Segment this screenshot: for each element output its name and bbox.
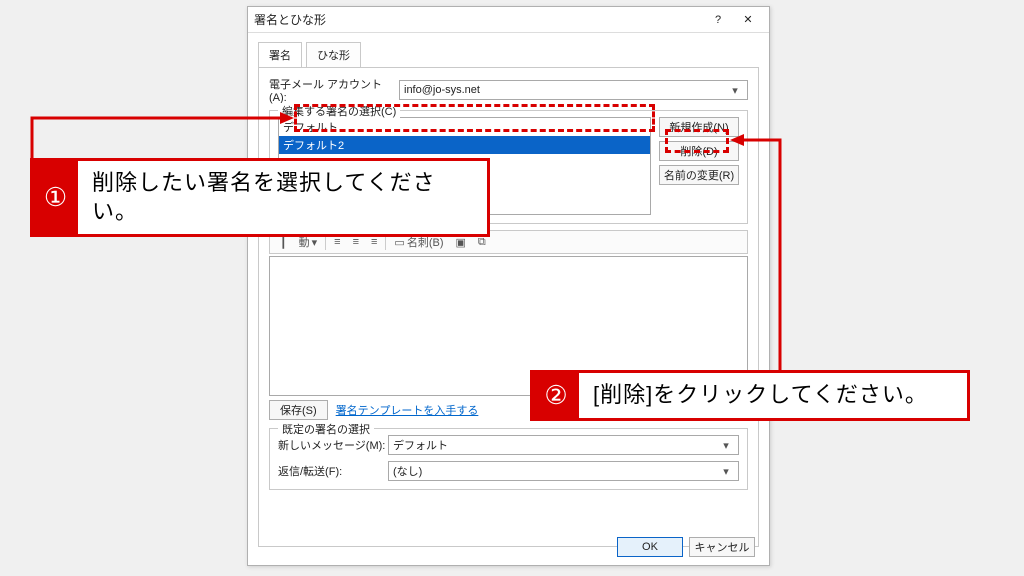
tab-signature[interactable]: 署名 [258,42,302,68]
image-icon[interactable]: ▣ [452,236,470,249]
dialog-footer: OK キャンセル [617,537,755,557]
close-button[interactable]: ✕ [733,9,763,31]
tab-stationery[interactable]: ひな形 [306,42,361,67]
account-select[interactable]: info@jo-sys.net ▾ [399,80,748,100]
account-value: info@jo-sys.net [404,84,480,96]
signature-item-1[interactable]: デフォルト2 [279,136,650,154]
signature-buttons: 新規作成(N) 削除(D) 名前の変更(R) [659,117,739,215]
signature-item-0[interactable]: デフォルト [279,118,650,136]
account-label: 電子メール アカウント(A): [269,76,399,104]
new-msg-select[interactable]: デフォルト ▾ [388,435,739,455]
callout-1-num: ① [33,161,78,234]
titlebar: 署名とひな形 ? ✕ [248,7,769,33]
rename-button[interactable]: 名前の変更(R) [659,165,739,185]
delete-button[interactable]: 削除(D) [659,141,739,161]
chevron-down-icon: ▾ [727,84,743,97]
reply-select[interactable]: (なし) ▾ [388,461,739,481]
cancel-button[interactable]: キャンセル [689,537,755,557]
reply-value: (なし) [393,463,422,479]
chevron-down-icon: ▾ [312,236,318,249]
chevron-down-icon: ▾ [718,439,734,452]
align-left-icon[interactable]: ≡ [330,236,344,248]
help-icon: ? [715,14,721,26]
card-icon: ▭ [394,236,404,249]
ok-button[interactable]: OK [617,537,683,557]
new-msg-label: 新しいメッセージ(M): [278,437,388,453]
callout-2: ② [削除]をクリックしてください。 [530,370,970,421]
default-legend: 既定の署名の選択 [278,421,374,437]
callout-2-num: ② [533,373,579,418]
callout-1: ① 削除したい署名を選択してください。 [30,158,490,237]
format-group[interactable]: ┃ [276,236,291,249]
align-center-icon[interactable]: ≡ [349,236,363,248]
callout-2-text: [削除]をクリックしてください。 [579,373,942,418]
help-button[interactable]: ? [703,9,733,31]
get-templates-link[interactable]: 署名テンプレートを入手する [336,402,479,418]
close-icon: ✕ [743,13,752,26]
chevron-down-icon: ▾ [718,465,734,478]
dialog-title: 署名とひな形 [254,11,703,28]
new-msg-value: デフォルト [393,437,448,453]
save-button[interactable]: 保存(S) [269,400,328,420]
account-row: 電子メール アカウント(A): info@jo-sys.net ▾ [269,76,748,104]
default-signature-group: 既定の署名の選択 新しいメッセージ(M): デフォルト ▾ 返信/転送(F): … [269,428,748,490]
tab-panel: 電子メール アカウント(A): info@jo-sys.net ▾ 編集する署名… [258,67,759,547]
callout-1-text: 削除したい署名を選択してください。 [78,161,487,234]
dialog-signature: 署名とひな形 ? ✕ 署名 ひな形 電子メール アカウント(A): info@j… [247,6,770,566]
link-icon[interactable]: ⧉ [474,236,490,249]
reply-label: 返信/転送(F): [278,463,388,479]
align-right-icon[interactable]: ≡ [367,236,381,248]
tabstrip: 署名 ひな形 [258,41,759,67]
edit-legend: 編集する署名の選択(C) [278,103,400,119]
new-button[interactable]: 新規作成(N) [659,117,739,137]
